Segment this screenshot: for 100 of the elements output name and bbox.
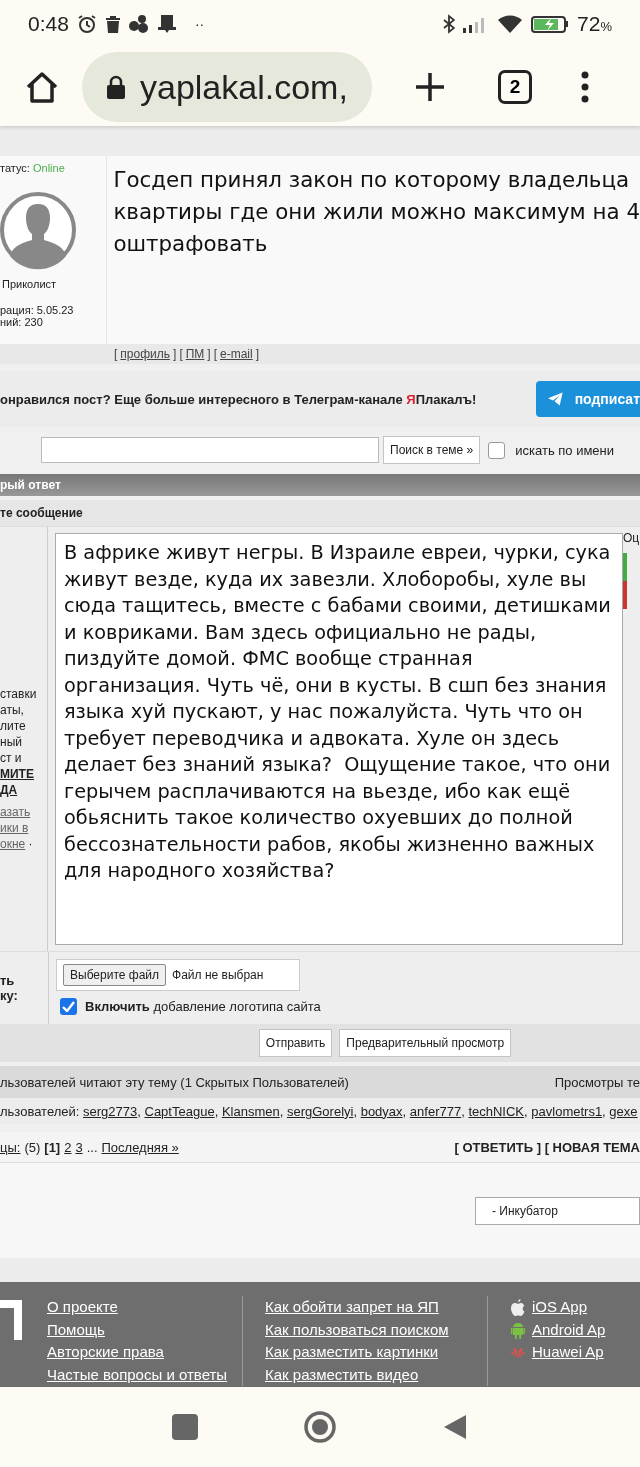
rules-link[interactable]: МИТЕ xyxy=(0,766,47,783)
readers-text: льзователей читают эту тему (1 Скрытых Пользователей) xyxy=(0,1074,349,1090)
comma: , xyxy=(402,1103,408,1119)
battery-icon xyxy=(531,14,570,35)
user-link[interactable]: Klansmen xyxy=(221,1103,280,1119)
rules-link[interactable]: ДА xyxy=(0,782,47,799)
reply-actions: [ ОТВЕТИТЬ ] [ НОВАЯ ТЕМА xyxy=(454,1139,640,1155)
status-text: татус: Online xyxy=(0,162,66,175)
comma: , xyxy=(461,1103,466,1119)
search-field[interactable] xyxy=(41,437,379,464)
pages-label[interactable]: цы: xyxy=(0,1139,21,1155)
footer-link[interactable]: О проекте xyxy=(47,1296,242,1319)
page-count: (5) xyxy=(24,1139,41,1155)
comma: , xyxy=(279,1103,285,1119)
section-title: рый ответ xyxy=(0,478,61,493)
user-link[interactable]: bodyax xyxy=(360,1103,403,1119)
hint-link[interactable]: азать xyxy=(0,805,31,820)
footer-link[interactable]: Как пользоваться поиском xyxy=(265,1318,487,1342)
app-link[interactable]: iOS App xyxy=(532,1296,588,1319)
comma: , xyxy=(214,1103,220,1119)
comma: , xyxy=(602,1103,607,1119)
file-status: Файл не выбран xyxy=(172,968,264,983)
url-text: yaplakal.com, xyxy=(140,67,348,107)
page-link[interactable]: 3 xyxy=(75,1139,83,1155)
tab-count-button[interactable]: 2 xyxy=(498,70,532,105)
bracket: ] xyxy=(207,347,211,362)
hint-text: аты, xyxy=(0,702,25,719)
lock-icon xyxy=(106,75,126,100)
checkbox-label: искать по имени xyxy=(515,442,615,458)
file-input[interactable]: Выберите файл Файл не выбран xyxy=(56,959,300,992)
home-button[interactable] xyxy=(303,1410,337,1445)
forum-select[interactable]: - Инкубатор xyxy=(475,1196,640,1225)
user-link[interactable]: anfer777 xyxy=(409,1103,462,1119)
new-tab-icon[interactable] xyxy=(414,71,446,104)
profile-link[interactable]: ПМ xyxy=(185,347,205,362)
bracket: [ xyxy=(179,347,183,362)
footer-link[interactable]: Помощь xyxy=(47,1318,242,1342)
hint-link[interactable]: ики в xyxy=(0,821,29,836)
user-link[interactable]: CaptTeague xyxy=(144,1103,215,1119)
checkbox-label: Включить добавление логотипа сайта xyxy=(85,999,321,1015)
footer-link[interactable]: Как разместить видео xyxy=(265,1363,487,1387)
profile-link[interactable]: e-mail xyxy=(220,347,253,362)
footer-link[interactable]: Как разместить картинки xyxy=(265,1341,487,1364)
site-logo xyxy=(0,1300,22,1341)
address-bar[interactable]: yaplakal.com, xyxy=(82,52,372,123)
footer-link[interactable]: Авторские права xyxy=(47,1341,242,1364)
rating-label: Оц xyxy=(623,531,640,546)
bluetooth-icon xyxy=(443,14,456,35)
separator-dot: · xyxy=(27,837,33,852)
trash-icon xyxy=(104,15,121,34)
bracket: ] xyxy=(173,347,177,362)
profile-link[interactable]: профиль xyxy=(120,347,171,362)
search-button[interactable]: Поиск в теме » xyxy=(383,436,481,465)
message-textarea[interactable]: В африке живут негры. В Израиле евреи, чурки, сука живут везде, куда их завезли. Хлоборобы, хуле вы сюда тащитесь, вместе с бабами своими, детишками и ковриками. Вам здесь официально не рады, пиздуйте домой. ФМС вообще странная организация. Чуть чё, они в кусты. В сшп без знания языка хуй пускают, у нас пожалуйста. Чуть что он требует переводчика и адвоката. Хуле он здесь делает без знаний языка? Ощущение такое, что они герычем расплачиваются на вьезде, ибо как ещё обьяснить такое количество охуевших до полной бессознательности рабов, якобы жизненно важных для народного хозяйства? xyxy=(55,533,623,946)
user-link[interactable]: gexe xyxy=(609,1103,638,1119)
petal-icon xyxy=(510,1345,526,1360)
bracket: [ xyxy=(213,347,218,362)
users-label: льзователей: xyxy=(0,1103,81,1119)
attach-label: ку: xyxy=(0,988,19,1004)
hint-text: лите xyxy=(0,718,27,735)
preview-button[interactable]: Предварительный просмотр xyxy=(339,1029,512,1058)
comma: , xyxy=(137,1103,142,1119)
comma: , xyxy=(353,1103,359,1119)
rating-image xyxy=(623,553,627,610)
submit-button[interactable]: Отправить xyxy=(258,1029,333,1058)
more-indicator: ·· xyxy=(194,16,205,33)
post-count: ний: 230 xyxy=(0,316,44,329)
android-icon xyxy=(510,1321,526,1340)
battery-percentage: 72% xyxy=(577,12,612,37)
form-subtitle: те сообщение xyxy=(0,506,83,521)
hint-link[interactable]: окне xyxy=(0,837,26,852)
notification-icon xyxy=(156,14,177,35)
footer-link[interactable]: Частые вопросы и ответы xyxy=(47,1363,242,1387)
bracket: [ xyxy=(114,347,118,362)
hint-text: ставки xyxy=(0,686,38,703)
checkbox[interactable] xyxy=(488,441,506,459)
app-link[interactable]: Huawei Ap xyxy=(532,1341,604,1364)
ellipsis: ... xyxy=(86,1139,98,1155)
recents-button[interactable] xyxy=(172,1414,199,1441)
last-page-link[interactable]: Последняя » xyxy=(101,1139,179,1155)
clock-time: 0:48 xyxy=(28,12,69,37)
menu-icon[interactable] xyxy=(580,71,590,104)
registration-date: рация: 5.05.23 xyxy=(0,304,75,317)
views-text: Просмотры те xyxy=(554,1074,640,1090)
alarm-icon xyxy=(76,14,97,35)
page-link[interactable]: 2 xyxy=(64,1139,72,1155)
attach-label: ть xyxy=(0,973,16,989)
choose-file-button[interactable]: Выберите файл xyxy=(63,964,167,987)
hint-text: ный xyxy=(0,734,23,751)
dots-cluster-icon xyxy=(128,15,149,34)
checkbox[interactable] xyxy=(60,998,77,1016)
comma: , xyxy=(524,1103,529,1119)
app-link[interactable]: Android Ap xyxy=(532,1318,606,1342)
wifi-icon xyxy=(497,14,524,35)
home-icon[interactable] xyxy=(24,69,60,106)
post-text-line: оштрафовать xyxy=(113,230,268,259)
post-text-line: квартиры где они жили можно максимум на 4 xyxy=(113,198,640,227)
page-link[interactable]: [1] xyxy=(44,1139,61,1155)
user-rank: Приколист xyxy=(1,278,58,291)
footer-link[interactable]: Как обойти запрет на ЯП xyxy=(265,1296,487,1319)
